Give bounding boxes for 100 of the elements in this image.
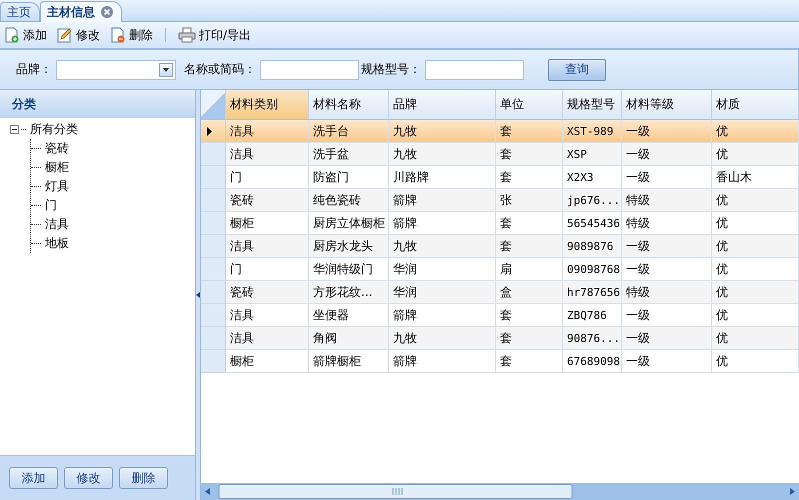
tab-label: 主页 [7, 4, 31, 20]
spec-field[interactable] [425, 60, 524, 80]
table-cell: 箭牌 [389, 189, 496, 212]
name-field[interactable] [260, 60, 359, 80]
table-cell: 洗手盆 [309, 143, 389, 166]
table-cell: 洁具 [226, 235, 309, 258]
table-cell: 九牧 [389, 143, 496, 166]
tab[interactable]: 主页 [0, 2, 40, 21]
table-cell: 67689098 [563, 350, 622, 373]
table-cell: 扇 [496, 258, 563, 281]
table-cell: 洁具 [226, 120, 309, 143]
toolbar-button[interactable]: 删除 [110, 26, 153, 44]
table-cell: 箭牌 [389, 304, 496, 327]
table-cell: 角阀 [309, 327, 389, 350]
collapse-toggle-icon[interactable] [10, 125, 19, 134]
table-cell: ZBQ786 [563, 304, 622, 327]
panel-title: 分类 [0, 90, 195, 118]
table-cell: 洗手台 [309, 120, 389, 143]
current-row-icon [207, 126, 212, 136]
tree-node[interactable]: 洁具 [44, 216, 70, 233]
collapse-arrow-icon[interactable] [196, 292, 200, 298]
table-cell: 盒 [496, 281, 563, 304]
table-cell: 一级 [622, 258, 712, 281]
table-cell: 橱柜 [226, 212, 309, 235]
table-cell: 90876... [563, 327, 622, 350]
table-cell: 56545436 [563, 212, 622, 235]
column-header[interactable]: 材质 [712, 90, 799, 120]
name-label: 名称或简码： [184, 61, 256, 78]
pencil-icon [57, 27, 73, 43]
table-cell: 优 [712, 120, 799, 143]
table-cell: 箭牌 [389, 350, 496, 373]
table-cell: 橱柜 [226, 350, 309, 373]
column-header[interactable]: 材料类别 [226, 90, 309, 120]
table-cell: 张 [496, 189, 563, 212]
panel-button[interactable]: 修改 [64, 467, 113, 489]
table-cell: 一级 [622, 120, 712, 143]
table-cell: 厨房立体橱柜 [309, 212, 389, 235]
table-cell: 瓷砖 [226, 281, 309, 304]
tab[interactable]: 主材信息 [40, 1, 122, 22]
table-cell: 套 [496, 120, 563, 143]
table-cell: 优 [712, 235, 799, 258]
document-minus-icon [110, 27, 126, 43]
toolbar-button[interactable]: 修改 [57, 26, 100, 44]
table-cell: 套 [496, 166, 563, 189]
table-cell: 九牧 [389, 327, 496, 350]
tree-node[interactable]: 所有分类 [29, 121, 79, 138]
table-cell: 优 [712, 281, 799, 304]
tree-node[interactable]: 地板 [44, 235, 70, 252]
search-button[interactable]: 查询 [548, 58, 606, 80]
table-cell: jp676... [563, 189, 622, 212]
toolbar-button[interactable]: 添加 [4, 26, 47, 44]
table-cell: 香山木 [712, 166, 799, 189]
spec-label: 规格型号： [361, 61, 421, 78]
table-cell: 洁具 [226, 304, 309, 327]
table-cell: 一级 [622, 143, 712, 166]
table-cell: XSP [563, 143, 622, 166]
table-cell: 一级 [622, 304, 712, 327]
table-cell: 优 [712, 143, 799, 166]
table-cell: 优 [712, 258, 799, 281]
table-cell: XST-989 [563, 120, 622, 143]
panel-button[interactable]: 添加 [9, 467, 58, 489]
table-cell: 瓷砖 [226, 189, 309, 212]
table-cell: 特级 [622, 281, 712, 304]
table-cell: 9089876 [563, 235, 622, 258]
tree-node[interactable]: 灯具 [44, 178, 70, 195]
brand-label: 品牌： [16, 61, 52, 78]
table-cell: 一级 [622, 166, 712, 189]
column-header[interactable]: 规格型号 [563, 90, 622, 120]
table-cell: X2X3 [563, 166, 622, 189]
table-cell: 华润 [389, 281, 496, 304]
table-cell: 09098768 [563, 258, 622, 281]
table-cell: 套 [496, 304, 563, 327]
table-cell: 九牧 [389, 235, 496, 258]
table-cell: 一级 [622, 235, 712, 258]
row-header[interactable] [201, 120, 226, 143]
table-cell: 特级 [622, 189, 712, 212]
column-header[interactable]: 品牌 [389, 90, 496, 120]
table-cell: 优 [712, 189, 799, 212]
tree-node[interactable]: 门 [44, 197, 58, 214]
table-cell: 门 [226, 166, 309, 189]
table-cell: 洁具 [226, 327, 309, 350]
table-cell: 套 [496, 327, 563, 350]
horizontal-scrollbar[interactable] [201, 483, 799, 500]
table-cell: 华润 [389, 258, 496, 281]
table-cell: 洁具 [226, 143, 309, 166]
table-cell: 一级 [622, 327, 712, 350]
table-cell: 套 [496, 212, 563, 235]
panel-button[interactable]: 删除 [119, 467, 168, 489]
column-header[interactable]: 材料等级 [622, 90, 712, 120]
table-cell: 套 [496, 143, 563, 166]
tree-node[interactable]: 橱柜 [44, 159, 70, 176]
column-header[interactable]: 单位 [496, 90, 563, 120]
toolbar-button[interactable]: 打印/导出 [178, 26, 252, 44]
table-cell: 厨房水龙头 [309, 235, 389, 258]
close-icon[interactable] [101, 6, 113, 18]
tab-label: 主材信息 [47, 4, 95, 20]
tree-node[interactable]: 瓷砖 [44, 140, 70, 157]
table-cell: 套 [496, 235, 563, 258]
table-cell: 优 [712, 350, 799, 373]
column-header[interactable]: 材料名称 [309, 90, 389, 120]
